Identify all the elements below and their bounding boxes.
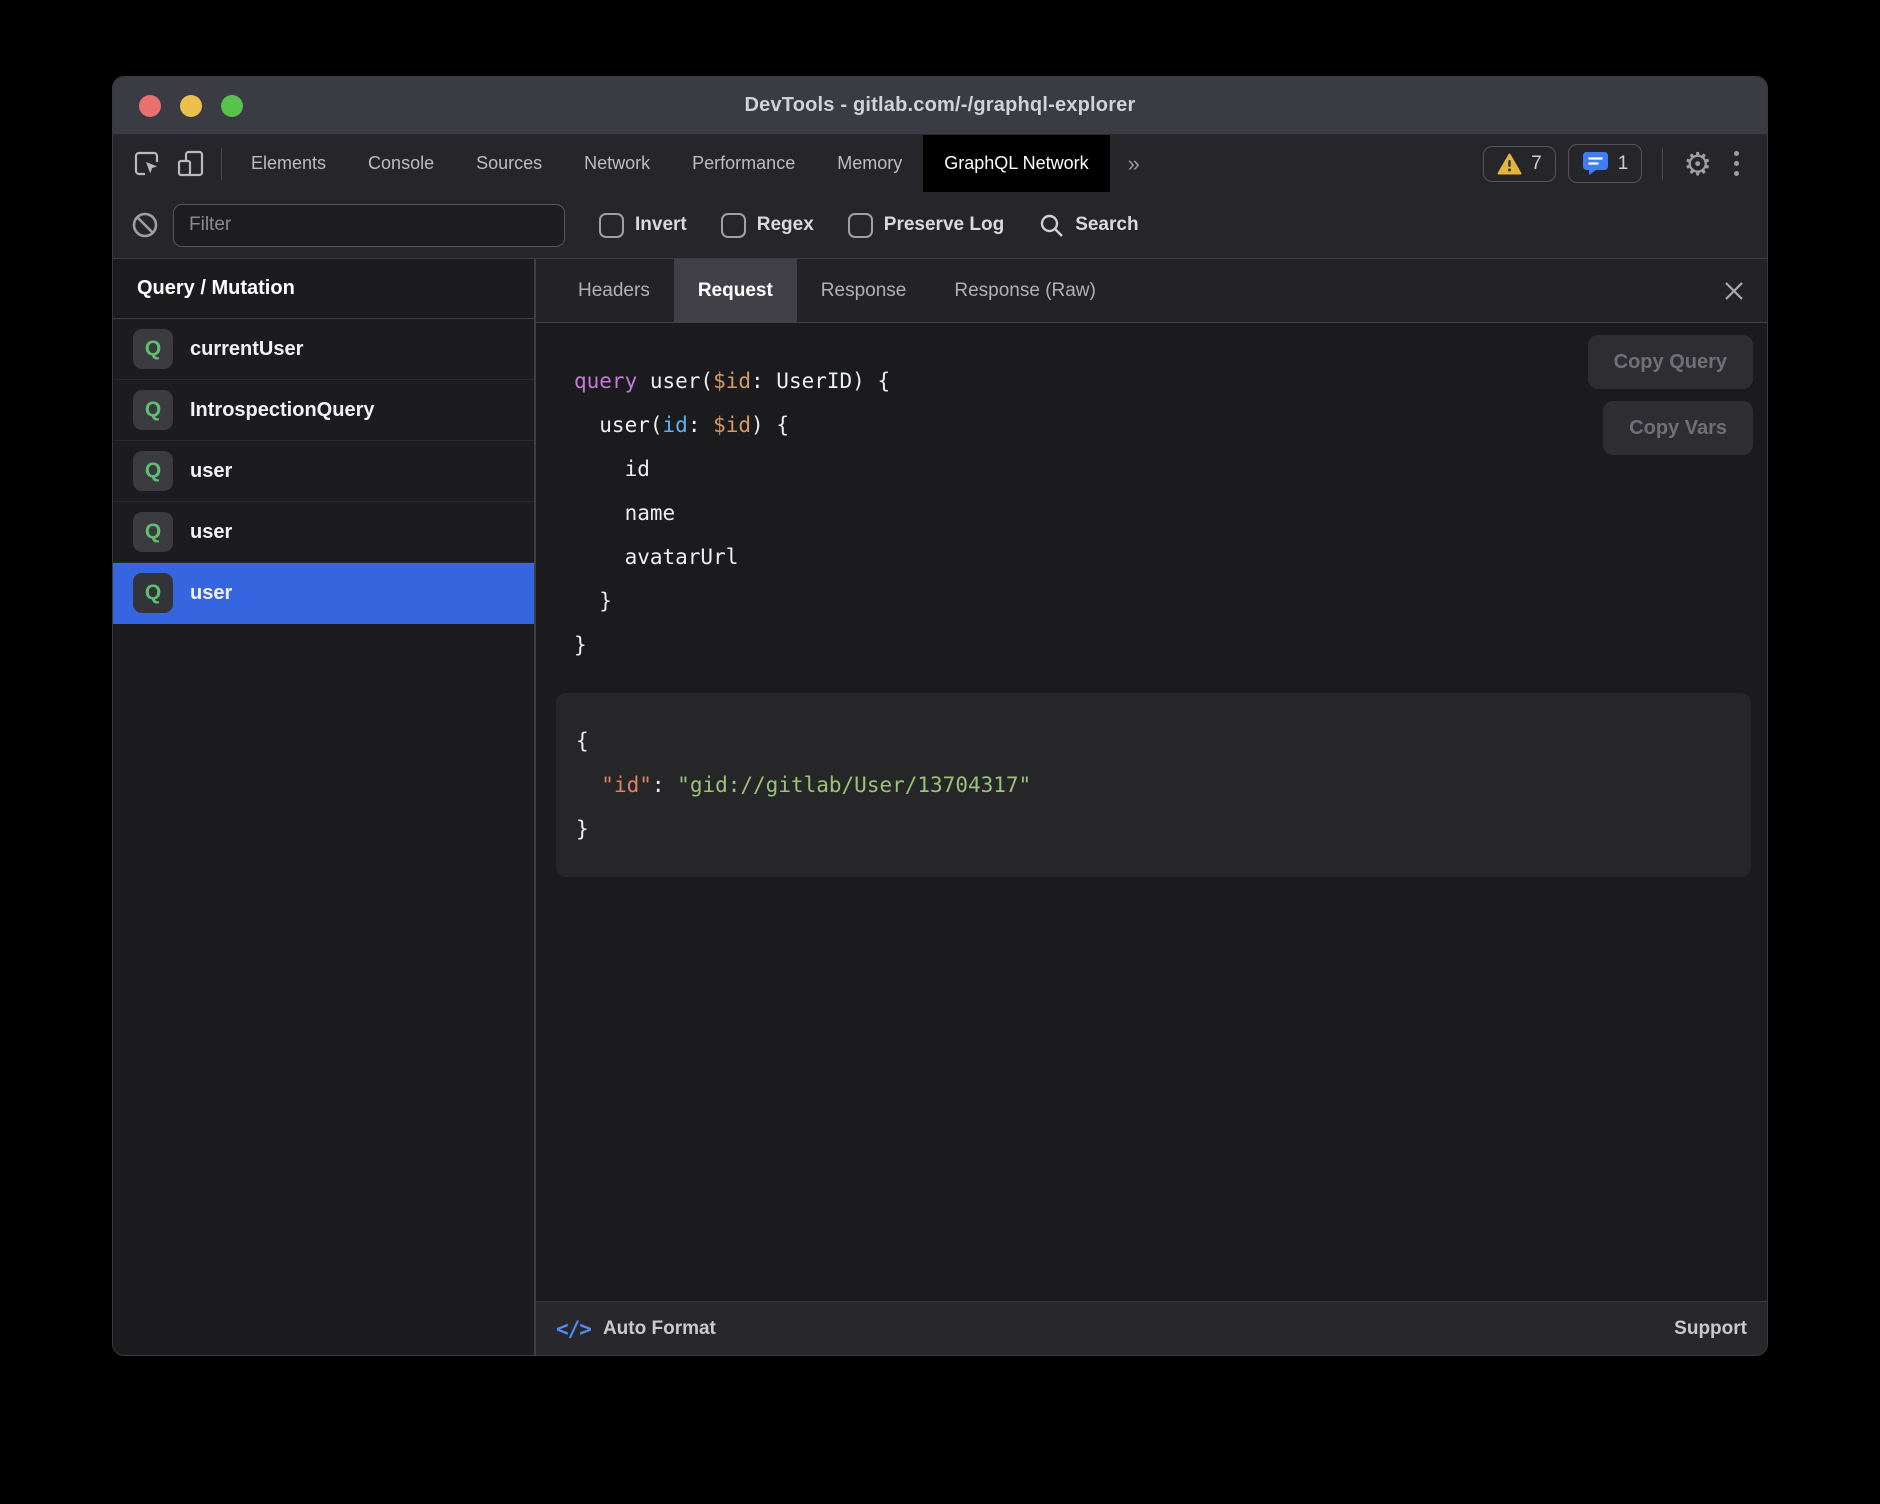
query-list-sidebar: Query / Mutation QcurrentUserQIntrospect…	[113, 259, 536, 1355]
support-link[interactable]: Support	[1674, 1318, 1747, 1340]
checkbox-label: Invert	[635, 214, 687, 236]
list-item-user[interactable]: Quser	[113, 441, 534, 502]
block-icon[interactable]	[131, 211, 159, 239]
auto-format-button[interactable]: Auto Format	[603, 1318, 716, 1340]
kebab-menu-icon[interactable]	[1724, 151, 1749, 176]
code-line: }	[574, 623, 1767, 667]
devtools-tabs: ElementsConsoleSourcesNetworkPerformance…	[230, 135, 1110, 192]
devtools-toolbar: ElementsConsoleSourcesNetworkPerformance…	[113, 135, 1767, 192]
toolbar-right: 7 1 ⚙	[1483, 135, 1767, 192]
request-body: Copy Query Copy Vars query user($id: Use…	[536, 323, 1767, 1301]
checkbox-regex[interactable]: Regex	[721, 213, 814, 238]
device-toolbar-icon	[176, 148, 206, 179]
code-line: {	[576, 719, 1731, 763]
sidebar-header: Query / Mutation	[113, 259, 534, 319]
search-label: Search	[1075, 214, 1138, 236]
code-line: }	[576, 807, 1731, 851]
query-name-label: currentUser	[190, 338, 303, 361]
panel-tab-response-raw-[interactable]: Response (Raw)	[930, 259, 1120, 322]
content-area: Query / Mutation QcurrentUserQIntrospect…	[113, 259, 1767, 1355]
tab-sources[interactable]: Sources	[455, 135, 563, 192]
devtools-window: DevTools - gitlab.com/-/graphql-explorer…	[112, 76, 1768, 1356]
settings-gear-icon[interactable]: ⚙	[1683, 148, 1712, 180]
query-type-badge: Q	[133, 451, 173, 491]
search-icon	[1038, 212, 1065, 239]
code-line: "id": "gid://gitlab/User/13704317"	[576, 763, 1731, 807]
tab-console[interactable]: Console	[347, 135, 455, 192]
title-bar: DevTools - gitlab.com/-/graphql-explorer	[113, 77, 1767, 135]
inspect-icon	[132, 148, 163, 179]
query-type-badge: Q	[133, 390, 173, 430]
query-type-badge: Q	[133, 329, 173, 369]
window-title: DevTools - gitlab.com/-/graphql-explorer	[744, 94, 1135, 117]
warnings-badge[interactable]: 7	[1483, 146, 1556, 182]
filter-bar: Invert Regex Preserve Log Search	[113, 192, 1767, 259]
code-line: avatarUrl	[574, 535, 1767, 579]
checkbox-preserve-log[interactable]: Preserve Log	[848, 213, 1004, 238]
warning-icon	[1497, 153, 1522, 175]
tab-performance[interactable]: Performance	[671, 135, 816, 192]
query-type-badge: Q	[133, 573, 173, 613]
tab-network[interactable]: Network	[563, 135, 671, 192]
tab-memory[interactable]: Memory	[816, 135, 923, 192]
query-name-label: IntrospectionQuery	[190, 399, 374, 422]
warning-count: 7	[1531, 153, 1542, 175]
close-panel-button[interactable]	[1723, 259, 1745, 322]
more-tabs-button[interactable]: »	[1110, 135, 1158, 192]
code-line: }	[574, 579, 1767, 623]
tab-elements[interactable]: Elements	[230, 135, 347, 192]
toolbar-divider	[1662, 148, 1663, 180]
copy-vars-button[interactable]: Copy Vars	[1603, 401, 1753, 455]
query-name-label: user	[190, 460, 232, 483]
request-detail-panel: HeadersRequestResponseResponse (Raw) Cop…	[536, 259, 1767, 1355]
copy-query-button[interactable]: Copy Query	[1588, 335, 1753, 389]
checkbox-box[interactable]	[599, 213, 624, 238]
panel-tabs: HeadersRequestResponseResponse (Raw)	[554, 259, 1120, 322]
panel-tab-headers[interactable]: Headers	[554, 259, 674, 322]
search-button[interactable]: Search	[1038, 212, 1138, 239]
panel-tab-response[interactable]: Response	[797, 259, 931, 322]
list-item-user[interactable]: Quser	[113, 563, 534, 624]
checkbox-box[interactable]	[848, 213, 873, 238]
query-name-label: user	[190, 521, 232, 544]
checkbox-box[interactable]	[721, 213, 746, 238]
checkbox-label: Preserve Log	[884, 214, 1004, 236]
list-item-user[interactable]: Quser	[113, 502, 534, 563]
query-type-badge: Q	[133, 512, 173, 552]
zoom-window-button[interactable]	[221, 95, 243, 117]
close-window-button[interactable]	[139, 95, 161, 117]
inspect-element-button[interactable]	[125, 135, 169, 192]
minimize-window-button[interactable]	[180, 95, 202, 117]
panel-tab-request[interactable]: Request	[674, 259, 797, 322]
query-variables-box: { "id": "gid://gitlab/User/13704317"}	[556, 693, 1751, 877]
traffic-lights	[139, 77, 243, 134]
checkbox-label: Regex	[757, 214, 814, 236]
close-icon	[1723, 280, 1745, 302]
device-toolbar-button[interactable]	[169, 135, 213, 192]
toolbar-divider	[221, 148, 222, 180]
code-line: name	[574, 491, 1767, 535]
issues-count: 1	[1618, 153, 1629, 175]
list-item-IntrospectionQuery[interactable]: Q IntrospectionQuery	[113, 380, 534, 441]
issues-badge[interactable]: 1	[1568, 144, 1643, 183]
code-format-icon: </>	[556, 1317, 591, 1341]
list-item-currentUser[interactable]: QcurrentUser	[113, 319, 534, 380]
panel-tab-bar: HeadersRequestResponseResponse (Raw)	[536, 259, 1767, 323]
status-bar: </> Auto Format Support	[536, 1301, 1767, 1355]
query-name-label: user	[190, 582, 232, 605]
chat-bubble-icon	[1582, 151, 1609, 176]
tab-graphql-network[interactable]: GraphQL Network	[923, 135, 1109, 192]
copy-buttons: Copy Query Copy Vars	[1588, 335, 1753, 455]
filter-checkboxes: Invert Regex Preserve Log	[565, 213, 1004, 238]
filter-input[interactable]	[173, 204, 565, 247]
checkbox-invert[interactable]: Invert	[599, 213, 687, 238]
sidebar-items: QcurrentUserQIntrospectionQueryQuserQuse…	[113, 319, 534, 624]
